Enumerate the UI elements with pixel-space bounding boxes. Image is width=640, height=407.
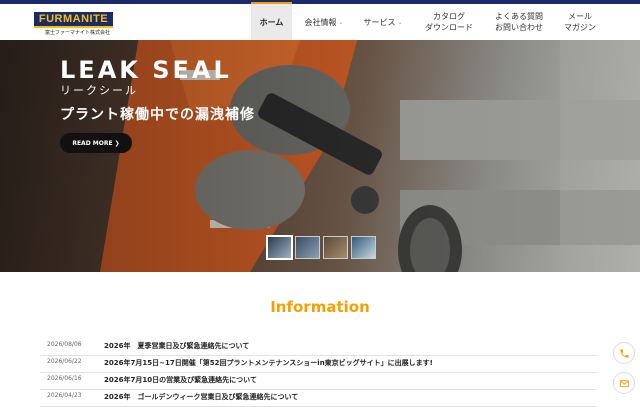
nav-catalog-label: カタログ ダウンロード: [425, 12, 473, 32]
nav-magazine-label: メール マガジン: [564, 12, 596, 32]
news-item[interactable]: 2026/08/06 2026年 夏季営業日及び緊急連絡先について: [40, 338, 596, 356]
nav-faq-label: よくある質問 お問い合わせ: [495, 12, 543, 32]
news-item[interactable]: 2026/04/23 2026年 ゴールデンウィーク営業日及び緊急連絡先について: [40, 389, 596, 407]
news-date: 2026/08/06: [47, 341, 82, 348]
news-date: 2026/06/16: [47, 375, 82, 382]
hero-kana: リークシール: [60, 84, 138, 97]
phone-button[interactable]: [613, 342, 635, 364]
phone-icon: [619, 348, 629, 358]
news-item[interactable]: 2026/06/22 2026年7月15日~17日開催「第52回プラントメンテナ…: [40, 355, 596, 373]
nav-company-label: 会社情報: [304, 17, 337, 27]
news-item[interactable]: 2026/06/16 2026年7月10日の営業及び緊急連絡先について: [40, 372, 596, 390]
mail-button[interactable]: [613, 372, 635, 394]
nav-mail-magazine[interactable]: メール マガジン: [558, 4, 602, 40]
news-title[interactable]: 2026年 夏季営業日及び緊急連絡先について: [104, 341, 249, 351]
news-date: 2026/04/23: [47, 392, 82, 399]
nav-company[interactable]: 会社情報 ⌄: [296, 4, 352, 40]
news-title[interactable]: 2026年 ゴールデンウィーク営業日及び緊急連絡先について: [104, 392, 298, 402]
nav-services[interactable]: サービス ⌄: [357, 4, 409, 40]
nav-services-label: サービス: [363, 17, 396, 27]
nav-catalog-download[interactable]: カタログ ダウンロード: [418, 4, 480, 40]
chevron-down-icon: ⌄: [338, 18, 344, 26]
news-date: 2026/06/22: [47, 358, 82, 365]
slide-thumb-4[interactable]: [351, 236, 376, 259]
read-more-button[interactable]: READ MORE ❯: [60, 133, 132, 153]
nav-faq-contact[interactable]: よくある質問 お問い合わせ: [486, 4, 552, 40]
mail-icon: [619, 379, 629, 387]
company-logo[interactable]: FURMANITE 富士ファーマナイト株式会社: [34, 12, 114, 36]
nav-home-label: ホーム: [259, 17, 284, 27]
chevron-down-icon: ⌄: [397, 18, 403, 26]
news-title[interactable]: 2026年7月15日~17日開催「第52回プラントメンテナンスショーin東京ビッ…: [104, 358, 433, 368]
hero-slider[interactable]: LEAK SEAL リークシール プラント稼働中での漏洩補修 READ MORE…: [0, 40, 640, 272]
slide-thumb-1[interactable]: [267, 236, 292, 259]
site-header: FURMANITE 富士ファーマナイト株式会社 ホーム 会社情報 ⌄ サービス …: [0, 2, 640, 40]
logo-underline: [34, 26, 113, 28]
slide-thumb-3[interactable]: [323, 236, 348, 259]
hero-subtitle: プラント稼働中での漏洩補修: [60, 107, 255, 123]
slide-thumb-2[interactable]: [295, 236, 320, 259]
information-heading: Information: [270, 298, 370, 316]
logo-wordmark: FURMANITE: [34, 12, 113, 26]
nav-home[interactable]: ホーム: [251, 2, 292, 40]
news-title[interactable]: 2026年7月10日の営業及び緊急連絡先について: [104, 375, 257, 385]
hero-title: LEAK SEAL: [60, 56, 232, 84]
logo-company-name: 富士ファーマナイト株式会社: [45, 30, 111, 36]
